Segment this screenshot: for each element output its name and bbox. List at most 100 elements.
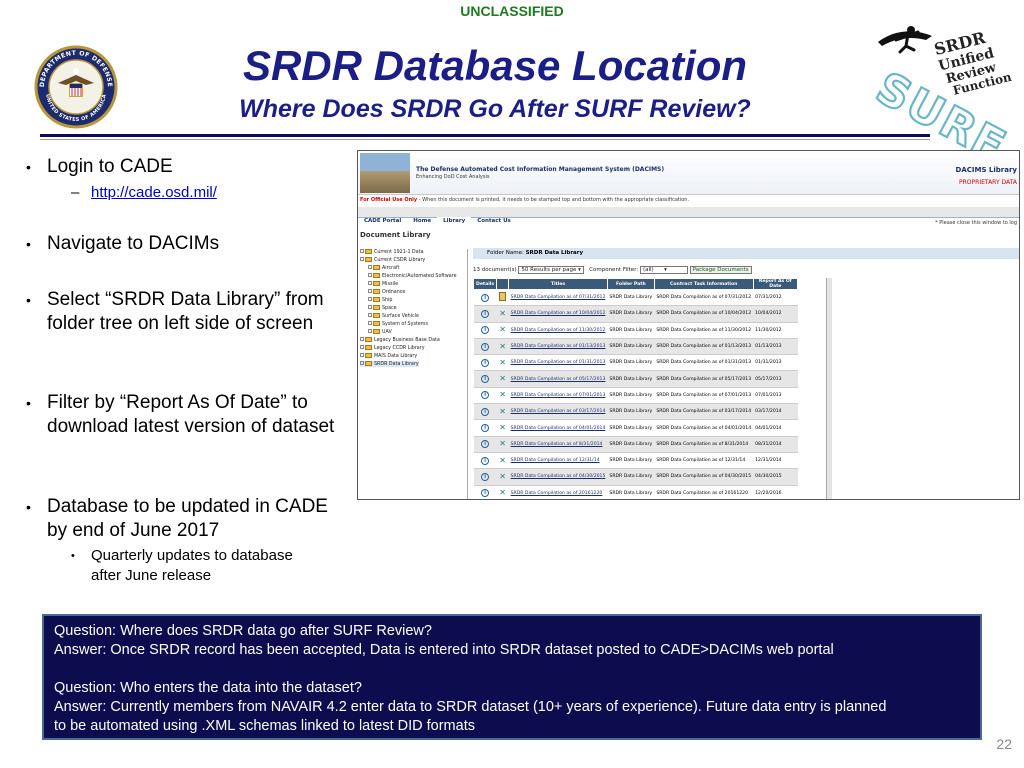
cell-task: SRDR Data Compilation as of 04/30/2015 <box>654 468 754 486</box>
expand-toggle-icon[interactable] <box>368 281 372 285</box>
col-titles[interactable]: Titles <box>508 278 608 290</box>
tree-item[interactable]: Aircraft <box>368 265 400 271</box>
folder-name-bar: Folder Name: SRDR Data Library <box>473 248 1019 259</box>
cell-title[interactable]: SRDR Data Compilation as of 11/30/2012 <box>508 322 608 339</box>
expand-toggle-icon[interactable] <box>368 305 372 309</box>
tree-item[interactable]: Missile <box>368 281 398 287</box>
package-icon[interactable] <box>499 292 507 302</box>
download-icon[interactable]: ✕ <box>499 326 507 334</box>
nav-cade-portal[interactable]: CADE Portal <box>358 217 407 225</box>
col-details[interactable]: Details <box>472 278 498 290</box>
download-icon[interactable]: ✕ <box>499 375 507 383</box>
cell-title[interactable]: SRDR Data Compilation as of 20161220 <box>508 485 608 499</box>
title-divider-shadow <box>40 139 930 140</box>
tree-item[interactable]: MAIS Data Library <box>360 353 417 359</box>
download-icon[interactable]: ✕ <box>499 407 507 416</box>
col-icon <box>496 278 510 290</box>
tree-item[interactable]: Ordnance <box>368 289 405 295</box>
expand-toggle-icon[interactable] <box>360 249 364 253</box>
cell-title[interactable]: SRDR Data Compilation as of 04/30/2015 <box>508 468 608 486</box>
cell-title[interactable]: SRDR Data Compilation as of 04/01/2014 <box>508 419 608 437</box>
download-icon[interactable]: ✕ <box>499 440 507 448</box>
component-filter-select[interactable]: (all) ▾ <box>639 266 688 274</box>
col-contract-task[interactable]: Contract Task Information <box>653 278 754 290</box>
expand-toggle-icon[interactable] <box>360 353 364 357</box>
nav-home[interactable]: Home <box>407 217 437 225</box>
cell-title[interactable]: SRDR Data Compilation as of 07/31/2012 <box>508 289 608 307</box>
info-icon[interactable]: i <box>481 293 490 302</box>
cell-title[interactable]: SRDR Data Compilation as of 10/04/2012 <box>508 305 608 323</box>
qa-line: Answer: Once SRDR record has been accept… <box>54 642 834 658</box>
download-icon[interactable]: ✕ <box>499 489 507 497</box>
expand-toggle-icon[interactable] <box>368 289 372 293</box>
info-icon[interactable]: i <box>481 375 490 384</box>
download-icon[interactable]: ✕ <box>499 342 507 351</box>
tree-item[interactable]: Electronic/Automated Software <box>368 273 457 279</box>
cell-title[interactable]: SRDR Data Compilation as of 01/13/2013 <box>508 338 608 356</box>
tree-item-label: Current 1921-1 Data <box>374 250 424 255</box>
table-row: i ✕ SRDR Data Compilation as of 12/31/14 SR… <box>473 452 798 470</box>
expand-toggle-icon[interactable] <box>360 337 364 341</box>
download-icon[interactable]: ✕ <box>499 391 507 399</box>
tree-item[interactable]: Legacy CCDR Library <box>360 345 425 351</box>
info-icon[interactable]: i <box>481 326 490 335</box>
tree-item[interactable]: Ship <box>368 297 392 303</box>
download-icon[interactable]: ✕ <box>499 309 507 318</box>
expand-toggle-icon[interactable] <box>360 361 364 365</box>
bullet-text: Database to be updated in CADE by end of… <box>47 496 328 541</box>
info-icon[interactable]: i <box>481 358 490 367</box>
cade-link[interactable]: http://cade.osd.mil/ <box>91 184 217 201</box>
tree-item[interactable]: UAV <box>368 329 392 335</box>
download-icon[interactable]: ✕ <box>499 456 507 465</box>
cell-title[interactable]: SRDR Data Compilation as of 12/31/14 <box>508 452 608 470</box>
expand-toggle-icon[interactable] <box>368 297 372 301</box>
cell-title[interactable]: SRDR Data Compilation as of 8/31/2014 <box>508 436 608 453</box>
expand-toggle-icon[interactable] <box>360 257 364 261</box>
per-page-select[interactable]: 50 Results per page ▾ <box>518 266 584 274</box>
package-documents-button[interactable]: Package Documents <box>689 266 752 274</box>
surf-logo: SRDR Unified Review Function SURF <box>867 26 1014 150</box>
cell-task: SRDR Data Compilation as of 07/31/2012 <box>654 289 754 307</box>
nav-contact-us[interactable]: Contact Us <box>471 217 517 225</box>
cell-title[interactable]: SRDR Data Compilation as of 01/31/2013 <box>508 354 608 372</box>
tree-item[interactable]: Current CSDR Library <box>360 257 425 263</box>
info-icon[interactable]: i <box>481 489 490 498</box>
cell-task: SRDR Data Compilation as of 07/01/2013 <box>654 387 754 405</box>
cell-task: SRDR Data Compilation as of 03/17/2014 <box>654 403 754 421</box>
info-icon[interactable]: i <box>481 456 490 465</box>
tree-item[interactable]: Legacy Business Base Data <box>360 337 440 343</box>
nav-library[interactable]: Library <box>437 217 472 225</box>
expand-toggle-icon[interactable] <box>368 265 372 269</box>
cell-path: SRDR Data Library <box>607 468 655 486</box>
info-icon[interactable]: i <box>481 472 490 481</box>
col-folder-path[interactable]: Folder Path <box>606 278 655 290</box>
table-row: i ✕ SRDR Data Compilation as of 01/13/2013… <box>473 338 798 356</box>
info-icon[interactable]: i <box>481 309 490 318</box>
expand-toggle-icon[interactable] <box>368 273 372 277</box>
cell-title[interactable]: SRDR Data Compilation as of 05/17/2013 <box>508 370 608 388</box>
tree-item[interactable]: Surface Vehicle <box>368 313 419 319</box>
tree-item[interactable]: SRDR Data Library <box>360 361 419 367</box>
expand-toggle-icon[interactable] <box>360 345 364 349</box>
tree-item[interactable]: System of Systems <box>368 321 428 327</box>
download-icon[interactable]: ✕ <box>499 424 507 432</box>
tree-item[interactable]: Current 1921-1 Data <box>360 249 424 255</box>
download-icon[interactable]: ✕ <box>499 358 507 367</box>
cell-title[interactable]: SRDR Data Compilation as of 03/17/2014 <box>508 403 608 421</box>
cell-task: SRDR Data Compilation as of 20161220 <box>654 485 754 499</box>
info-icon[interactable]: i <box>481 424 490 433</box>
expand-toggle-icon[interactable] <box>368 313 372 317</box>
cell-task: SRDR Data Compilation as of 01/13/2013 <box>654 338 754 356</box>
bullet-text: Login to CADE <box>47 156 173 177</box>
expand-toggle-icon[interactable] <box>368 321 372 325</box>
expand-toggle-icon[interactable] <box>368 329 372 333</box>
info-icon[interactable]: i <box>481 342 490 351</box>
table-scrollbar[interactable] <box>826 278 832 499</box>
info-icon[interactable]: i <box>481 407 490 416</box>
tree-item[interactable]: Space <box>368 305 397 311</box>
info-icon[interactable]: i <box>481 440 490 449</box>
col-report-date[interactable]: Report As Of Date <box>752 278 799 290</box>
info-icon[interactable]: i <box>481 391 490 400</box>
cell-title[interactable]: SRDR Data Compilation as of 07/01/2013 <box>508 387 608 405</box>
download-icon[interactable]: ✕ <box>499 472 507 481</box>
